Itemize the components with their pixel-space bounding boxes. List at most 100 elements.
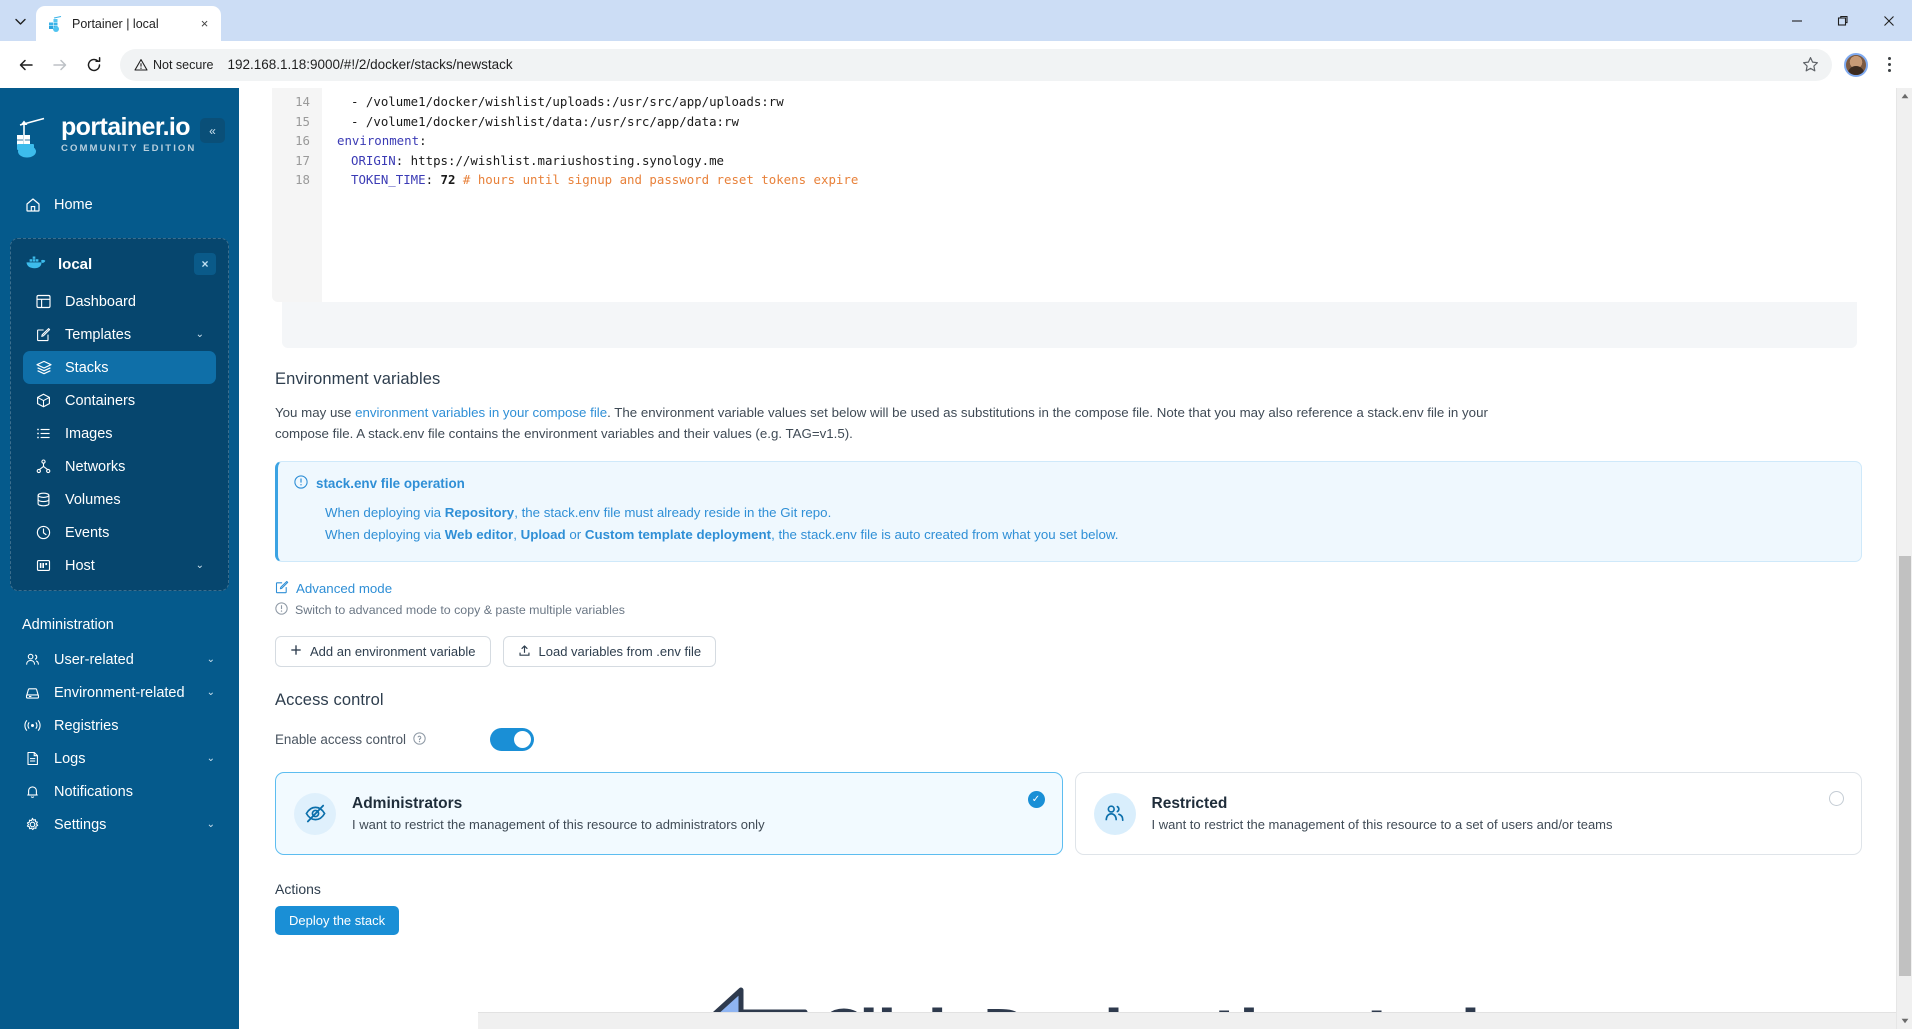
chevron-down-icon: ⌄ xyxy=(206,654,215,665)
security-status[interactable]: Not secure xyxy=(134,58,213,72)
env-section-paragraph: You may use environment variables in you… xyxy=(275,403,1497,444)
scroll-up-arrow-icon[interactable] xyxy=(1897,88,1912,104)
sidebar-environment-close-icon[interactable]: × xyxy=(194,253,216,275)
line-number: 17 xyxy=(295,152,310,168)
tab-search-icon[interactable] xyxy=(6,7,34,35)
sidebar-item-dashboard[interactable]: Dashboard xyxy=(23,285,216,318)
gear-icon xyxy=(24,817,41,832)
sidebar-item-host[interactable]: Host ⌄ xyxy=(23,549,216,582)
sidebar-item-label: Home xyxy=(54,197,93,213)
code-token: : xyxy=(425,172,441,188)
editor-lines: 14 - /volume1/docker/wishlist/uploads:/u… xyxy=(272,88,1865,190)
scroll-down-arrow-icon[interactable] xyxy=(1897,1013,1912,1029)
sidebar-item-label: Environment-related xyxy=(54,684,185,701)
profile-avatar[interactable] xyxy=(1844,52,1868,77)
code-token: : xyxy=(419,133,427,149)
infobox-emphasis: Custom template deployment xyxy=(584,526,772,542)
sidebar-item-networks[interactable]: Networks xyxy=(23,450,216,483)
sidebar-item-notifications[interactable]: Notifications xyxy=(12,775,227,808)
unselected-radio-icon[interactable] xyxy=(1829,791,1844,806)
sidebar-environment-header[interactable]: local × xyxy=(13,247,226,281)
sidebar-item-templates[interactable]: Templates ⌄ xyxy=(23,318,216,351)
sidebar-collapse-button[interactable]: « xyxy=(200,118,225,143)
infobox-emphasis: Web editor xyxy=(444,526,514,542)
button-label: Add an environment variable xyxy=(310,644,476,659)
access-control-title: Access control xyxy=(275,691,384,709)
sidebar-item-stacks[interactable]: Stacks xyxy=(23,351,216,384)
line-number: 16 xyxy=(295,133,310,149)
environment-icon xyxy=(24,685,41,700)
sidebar-item-registries[interactable]: Registries xyxy=(12,709,227,742)
browser-toolbar: Not secure 192.168.1.18:9000/#!/2/docker… xyxy=(0,41,1912,88)
code-editor[interactable]: 14 - /volume1/docker/wishlist/uploads:/u… xyxy=(272,88,1865,302)
infobox-text: , the stack.env file is auto created fro… xyxy=(771,526,1119,542)
browser-menu-icon[interactable] xyxy=(1876,50,1902,80)
infobox-text: , the stack.env file must already reside… xyxy=(514,505,832,520)
page-scrollbar[interactable] xyxy=(1896,88,1912,1029)
access-option-administrators[interactable]: Administrators I want to restrict the ma… xyxy=(275,772,1063,855)
load-env-file-button[interactable]: Load variables from .env file xyxy=(502,636,717,667)
maximize-icon[interactable] xyxy=(1820,0,1866,41)
sidebar-item-label: Templates xyxy=(65,326,132,343)
scrollbar-thumb[interactable] xyxy=(1899,556,1911,976)
close-icon[interactable] xyxy=(1866,0,1912,41)
users-icon xyxy=(24,652,41,667)
stack-env-infobox: stack.env file operation When deploying … xyxy=(275,461,1862,562)
registries-broadcast-icon xyxy=(24,718,41,733)
sidebar-item-logs[interactable]: Logs ⌄ xyxy=(12,742,227,775)
main-content: 14 - /volume1/docker/wishlist/uploads:/u… xyxy=(239,88,1912,1029)
sidebar-item-label: Containers xyxy=(65,392,136,409)
enable-access-control-label-group: Enable access control xyxy=(275,731,490,748)
sidebar-item-home[interactable]: Home xyxy=(12,188,227,222)
sidebar-environment-name: local xyxy=(58,255,93,273)
deploy-the-stack-button[interactable]: Deploy the stack xyxy=(275,906,400,935)
sidebar-item-volumes[interactable]: Volumes xyxy=(23,483,216,516)
minimize-icon[interactable] xyxy=(1774,0,1820,41)
page-bottom-strip xyxy=(478,1012,1912,1029)
access-option-restricted[interactable]: Restricted I want to restrict the manage… xyxy=(1074,772,1862,855)
browser-tab[interactable]: Portainer | local × xyxy=(36,6,221,41)
info-circle-icon xyxy=(275,602,288,618)
pencil-square-icon xyxy=(275,580,289,597)
address-bar[interactable]: Not secure 192.168.1.18:9000/#!/2/docker… xyxy=(120,48,1832,81)
line-number: 15 xyxy=(295,113,310,129)
back-button[interactable] xyxy=(10,49,42,81)
sidebar-item-images[interactable]: Images xyxy=(23,417,216,450)
sidebar-item-environment-related[interactable]: Environment-related ⌄ xyxy=(12,676,227,709)
line-content: ORIGIN: https://wishlist.mariushosting.s… xyxy=(322,151,724,171)
forward-button[interactable] xyxy=(44,49,76,81)
home-icon xyxy=(24,197,41,213)
warning-triangle-icon xyxy=(134,58,148,71)
stacks-layers-icon xyxy=(35,360,52,375)
infobox-emphasis: Upload xyxy=(520,526,566,542)
users-group-icon xyxy=(1093,792,1136,835)
star-icon[interactable] xyxy=(1796,51,1824,79)
code-token: # hours until signup and password reset … xyxy=(455,172,859,188)
selected-check-icon: ✓ xyxy=(1027,791,1045,808)
line-content: - /volume1/docker/wishlist/uploads:/usr/… xyxy=(322,92,784,112)
env-vars-doc-link[interactable]: environment variables in your compose fi… xyxy=(355,405,607,420)
sidebar-item-user-related[interactable]: User-related ⌄ xyxy=(12,643,227,676)
access-option-text: Restricted I want to restrict the manage… xyxy=(1152,795,1613,832)
volumes-database-icon xyxy=(35,492,52,507)
upload-icon xyxy=(518,644,531,660)
enable-access-control-toggle[interactable] xyxy=(490,728,534,751)
add-environment-variable-button[interactable]: Add an environment variable xyxy=(275,636,491,667)
question-circle-icon[interactable] xyxy=(413,731,426,748)
advanced-mode-link[interactable]: Advanced mode xyxy=(275,580,1865,597)
code-line: 16 environment: xyxy=(272,131,1865,151)
tab-close-icon[interactable]: × xyxy=(196,15,213,32)
sidebar-item-events[interactable]: Events xyxy=(23,516,216,549)
code-token: TOKEN_TIME xyxy=(351,172,426,188)
template-edit-icon xyxy=(35,327,52,342)
eye-slash-icon xyxy=(294,792,336,835)
sidebar-item-settings[interactable]: Settings ⌄ xyxy=(12,808,227,841)
code-token: ORIGIN xyxy=(351,152,396,168)
advanced-mode-label: Advanced mode xyxy=(296,581,393,596)
access-option-desc: I want to restrict the management of thi… xyxy=(1151,817,1613,832)
sidebar-root-nav: Home xyxy=(0,166,239,222)
chevron-down-icon: ⌄ xyxy=(206,753,215,764)
env-paragraph-pre: You may use xyxy=(275,405,356,420)
sidebar-item-containers[interactable]: Containers xyxy=(23,384,216,417)
reload-button[interactable] xyxy=(78,49,110,81)
